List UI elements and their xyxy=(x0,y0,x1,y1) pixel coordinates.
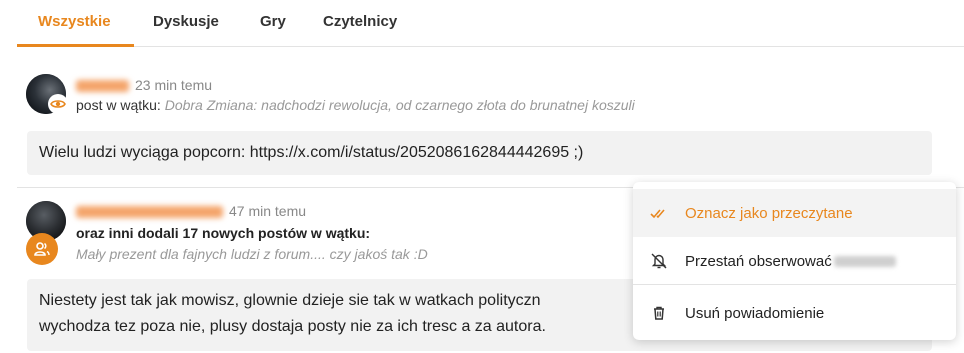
author-name-redacted[interactable] xyxy=(76,80,129,92)
menu-divider xyxy=(633,284,956,285)
summary-text: oraz inni dodali 17 nowych postów w wątk… xyxy=(76,225,371,241)
post-preview[interactable]: Wielu ludzi wyciąga popcorn: https://x.c… xyxy=(27,131,932,175)
thread-link[interactable]: Mały prezent dla fajnych ludzi z forum..… xyxy=(76,246,428,262)
tab-all[interactable]: Wszystkie xyxy=(38,13,111,30)
timestamp: 47 min temu xyxy=(229,203,307,219)
followed-user-redacted xyxy=(833,255,896,267)
notification-text: post w wątku: Dobra Zmiana: nadchodzi re… xyxy=(76,97,635,113)
delete-notification-label: Usuń powiadomienie xyxy=(685,304,825,322)
trash-icon xyxy=(649,303,669,323)
mark-as-read-label: Oznacz jako przeczytane xyxy=(685,204,853,222)
active-tab-indicator xyxy=(17,44,134,47)
post-prefix: post w wątku: xyxy=(76,97,165,113)
tab-discussions[interactable]: Dyskusje xyxy=(153,13,219,30)
notification-context-menu: Oznacz jako przeczytane Przestań obserwo… xyxy=(633,182,956,340)
delete-notification-option[interactable]: Usuń powiadomienie xyxy=(633,289,956,337)
unfollow-option[interactable]: Przestań obserwować xyxy=(633,237,956,285)
timestamp: 23 min temu xyxy=(135,77,213,93)
notification-tabs: Wszystkie Dyskusje Gry Czytelnicy xyxy=(17,0,964,47)
tab-readers[interactable]: Czytelnicy xyxy=(323,13,397,30)
tab-games[interactable]: Gry xyxy=(260,13,286,30)
double-check-icon xyxy=(649,203,669,223)
notification-text: oraz inni dodali 17 nowych postów w wątk… xyxy=(76,225,370,241)
thread-link[interactable]: Dobra Zmiana: nadchodzi rewolucja, od cz… xyxy=(165,97,635,113)
bell-off-icon xyxy=(649,251,669,271)
mark-as-read-option[interactable]: Oznacz jako przeczytane xyxy=(633,189,956,237)
post-preview-text: Wielu ludzi wyciąga popcorn: https://x.c… xyxy=(39,144,584,161)
eye-icon xyxy=(48,94,68,114)
author-names-redacted[interactable] xyxy=(76,206,223,218)
group-icon xyxy=(26,233,58,265)
unfollow-label: Przestań obserwować xyxy=(685,252,832,270)
